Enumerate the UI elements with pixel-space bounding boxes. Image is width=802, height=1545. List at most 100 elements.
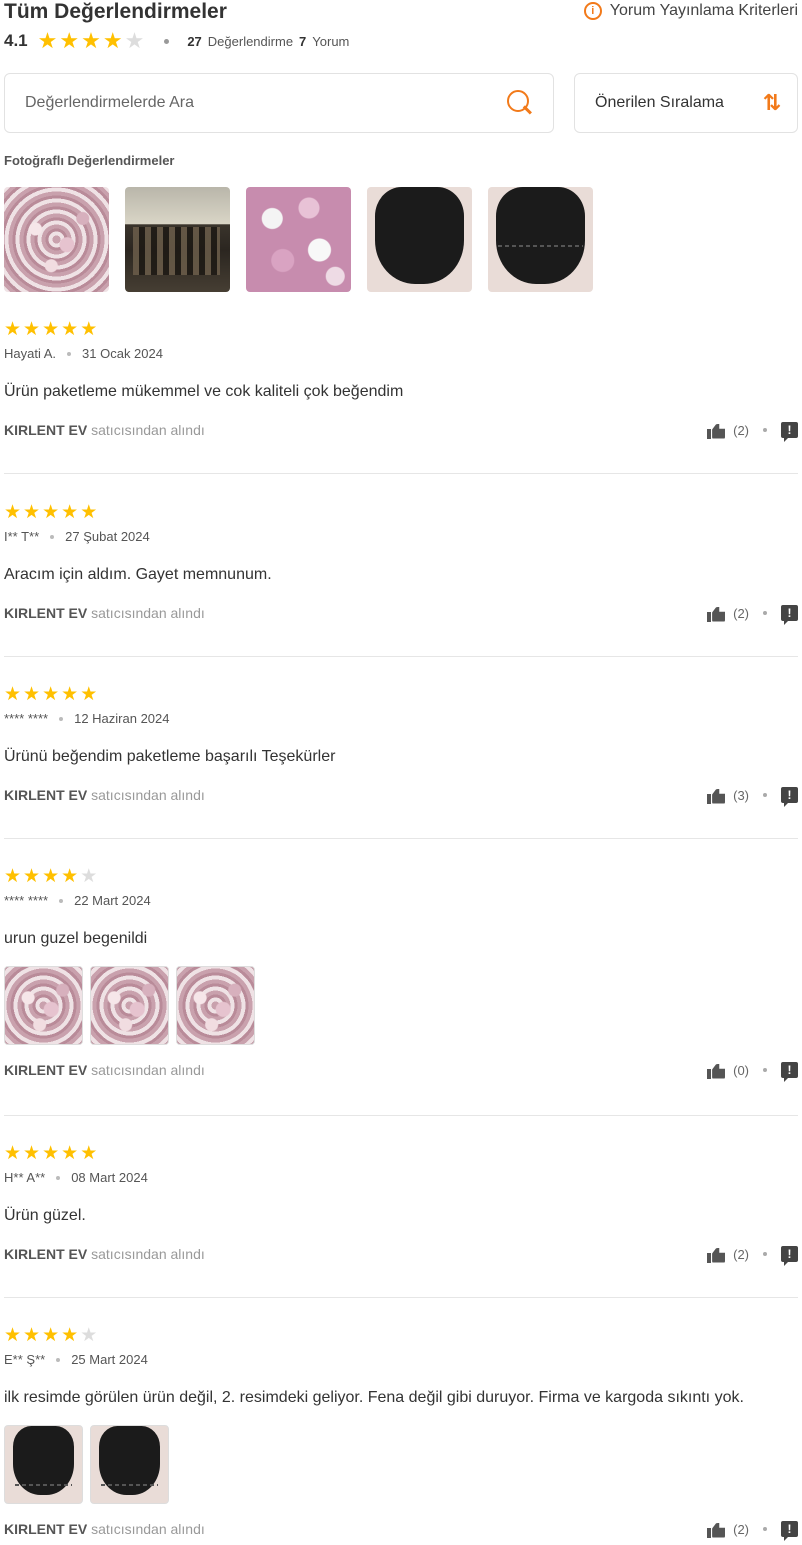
separator-dot [50,534,55,539]
seller-name[interactable]: KIRLENT EV [4,1521,87,1537]
star-icon: ★ [61,502,79,523]
photo-reviews-strip [4,187,593,292]
star-icon: ★ [4,684,22,705]
review-meta: E** Ş** 25 Mart 2024 [4,1352,798,1367]
review-actions: (0) ! [707,1062,798,1082]
like-count: (2) [733,1521,749,1537]
separator-dot [763,1252,767,1256]
star-icon: ★ [42,319,60,340]
review-footer: KIRLENT EV satıcısından alındı (2) ! [4,602,798,625]
seller-name[interactable]: KIRLENT EV [4,787,87,803]
search-input[interactable] [25,94,507,112]
review-meta: **** **** 12 Haziran 2024 [4,711,798,726]
review-image-thumbnail[interactable] [176,966,255,1045]
thumbs-up-icon[interactable] [707,787,725,804]
star-icon: ★ [23,1143,41,1164]
star-icon: ★ [80,1143,98,1164]
star-icon: ★ [23,319,41,340]
report-icon[interactable]: ! [781,605,798,625]
seller-name[interactable]: KIRLENT EV [4,605,87,621]
separator-dot [67,351,72,356]
review-image-thumbnail[interactable] [4,1425,83,1504]
star-icon: ★ [23,866,41,887]
photo-thumbnail[interactable] [4,187,109,292]
review-author: **** **** [4,893,49,908]
thumbs-up-icon[interactable] [707,605,725,622]
separator-dot [763,428,767,432]
review-text: Ürünü beğendim paketleme başarılı Teşekü… [4,748,336,765]
review-meta: Hayati A. 31 Ocak 2024 [4,346,798,361]
thumbs-up-icon[interactable] [707,1246,725,1263]
seller-info: KIRLENT EV satıcısından alındı [4,1246,205,1262]
seller-info: KIRLENT EV satıcısından alındı [4,1062,205,1078]
report-icon[interactable]: ! [781,1062,798,1082]
review-date: 22 Mart 2024 [74,893,151,908]
review-meta: I** T** 27 Şubat 2024 [4,529,798,544]
review-images [4,1425,798,1504]
review-text: Ürün güzel. [4,1207,86,1224]
review-image-thumbnail[interactable] [90,966,169,1045]
review-text: Aracım için aldım. Gayet memnunum. [4,566,272,583]
thumbs-up-icon[interactable] [707,422,725,439]
photo-thumbnail[interactable] [367,187,472,292]
photo-thumbnail[interactable] [488,187,593,292]
review-author: H** A** [4,1170,46,1185]
thumbs-up-icon[interactable] [707,1062,725,1079]
review-date: 25 Mart 2024 [71,1352,148,1367]
page-title: Tüm Değerlendirmeler [4,0,227,23]
seller-name[interactable]: KIRLENT EV [4,1246,87,1262]
thumbs-up-icon[interactable] [707,1521,725,1538]
like-count: (2) [733,1246,749,1262]
average-stars: ★ ★ ★ ★ ★ [38,30,145,52]
search-icon[interactable] [507,90,533,116]
review-image-thumbnail[interactable] [4,966,83,1045]
report-icon[interactable]: ! [781,1521,798,1541]
review-footer: KIRLENT EV satıcısından alındı (3) ! [4,784,798,807]
star-icon: ★ [80,502,98,523]
review-date: 27 Şubat 2024 [65,529,150,544]
seller-suffix: satıcısından alındı [91,1062,205,1078]
separator-dot [59,898,64,903]
like-count: (3) [733,787,749,803]
info-icon: i [583,2,602,20]
star-icon: ★ [42,502,60,523]
separator-dot [763,1068,767,1072]
review-footer: KIRLENT EV satıcısından alındı (2) ! [4,1243,798,1266]
separator-dot [763,611,767,615]
review-search-box [4,73,554,133]
photo-thumbnail[interactable] [125,187,230,292]
star-icon: ★ [42,684,60,705]
report-icon[interactable]: ! [781,787,798,807]
separator-dot [164,38,170,44]
star-icon: ★ [80,684,98,705]
seller-info: KIRLENT EV satıcısından alındı [4,422,205,438]
star-icon: ★ [4,502,22,523]
average-rating: 4.1 [4,31,28,50]
separator-dot [56,1357,61,1362]
review-image-thumbnail[interactable] [90,1425,169,1504]
seller-info: KIRLENT EV satıcısından alındı [4,1521,205,1537]
comment-count-label: Yorum [312,33,350,49]
review-date: 08 Mart 2024 [71,1170,148,1185]
review-stars: ★ ★ ★ ★ ★ [4,867,97,886]
star-icon: ★ [102,28,123,53]
criteria-link[interactable]: i Yorum Yayınlama Kriterleri [583,2,798,20]
report-icon[interactable]: ! [781,422,798,442]
seller-name[interactable]: KIRLENT EV [4,422,87,438]
review-item: ★ ★ ★ ★ ★ H** A** 08 Mart 2024 Ürün güzel. K… [4,1144,798,1298]
criteria-link-label: Yorum Yayınlama Kriterleri [609,2,798,19]
review-actions: (2) ! [707,605,798,625]
photo-thumbnail[interactable] [246,187,351,292]
star-icon: ★ [23,1325,41,1346]
rating-summary: 4.1 ★ ★ ★ ★ ★ 27 Değerlendirme 7 Yorum [4,30,349,52]
star-empty-icon: ★ [124,28,145,53]
seller-name[interactable]: KIRLENT EV [4,1062,87,1078]
star-icon: ★ [4,319,22,340]
report-icon[interactable]: ! [781,1246,798,1266]
star-icon: ★ [42,866,60,887]
reviews-header: Tüm Değerlendirmeler i Yorum Yayınlama K… [4,0,798,56]
seller-suffix: satıcısından alındı [91,422,205,438]
star-icon: ★ [23,684,41,705]
sort-dropdown[interactable]: Önerilen Sıralama ⇅ [574,73,798,133]
star-icon: ★ [37,28,58,53]
